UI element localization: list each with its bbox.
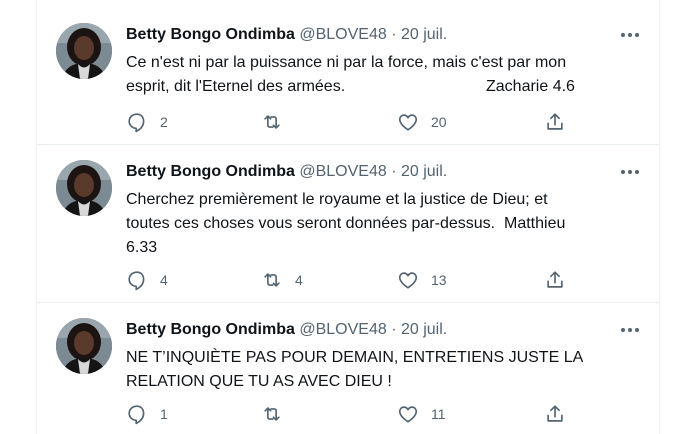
retweet-arrows-icon [264,407,280,421]
three-dots-icon [621,33,639,37]
profile-photo [56,318,112,374]
tweet-text: Ce n'est ni par la puissance ni par la f… [126,51,636,99]
speech-bubble-icon [128,405,145,425]
like-button[interactable]: 20 [397,111,447,133]
profile-photo [56,160,112,216]
retweet-button[interactable] [261,111,295,133]
reply-count: 4 [160,272,168,288]
author-handle[interactable]: @BLOVE48 [299,26,386,43]
reply-button[interactable]: 2 [126,111,168,133]
more-options-button[interactable] [619,164,641,180]
like-count: 11 [431,406,446,422]
heart-outline-icon [398,406,418,423]
reply-count: 2 [160,114,168,130]
tweet-date[interactable]: 20 juil. [401,163,447,180]
avatar[interactable] [56,23,112,79]
separator-dot: · [391,26,397,43]
tweet-actions: 2 20 [126,111,596,133]
tweet-text-line: RELATION QUE TU AS AVEC DIEU ! [126,373,392,390]
tweet-header: Betty Bongo Ondimba @BLOVE48 · 20 juil. [126,320,447,340]
retweet-button[interactable]: 4 [261,269,303,291]
heart-outline-icon [398,114,418,131]
profile-photo [56,23,112,79]
author-name[interactable]: Betty Bongo Ondimba [126,163,295,180]
author-name[interactable]: Betty Bongo Ondimba [126,321,295,338]
author-name[interactable]: Betty Bongo Ondimba [126,26,295,43]
three-dots-icon [621,170,639,174]
like-count: 13 [431,272,447,288]
tweet-actions: 4 4 13 [126,269,596,291]
retweet-arrows-icon [264,273,280,287]
share-upload-icon [547,113,563,130]
tweet-text: NE T’INQUIÈTE PAS POUR DEMAIN, ENTRETIEN… [126,346,636,394]
share-button[interactable] [544,269,566,291]
tweet[interactable]: Betty Bongo Ondimba @BLOVE48 · 20 juil. … [37,145,659,301]
share-button[interactable] [544,111,566,133]
retweet-count: 4 [295,272,303,288]
more-options-button[interactable] [619,27,641,43]
author-handle[interactable]: @BLOVE48 [299,163,386,180]
speech-bubble-icon [128,113,145,133]
avatar[interactable] [56,160,112,216]
like-button[interactable]: 13 [397,269,447,291]
like-count: 20 [431,114,447,130]
timeline: Betty Bongo Ondimba @BLOVE48 · 20 juil. … [36,0,660,434]
reply-count: 1 [160,406,168,422]
tweet[interactable]: Betty Bongo Ondimba @BLOVE48 · 20 juil. … [37,303,659,434]
heart-outline-icon [398,272,418,289]
tweet-text-line: toutes ces choses vous seront données pa… [126,215,566,232]
tweet-actions: 1 11 [126,403,596,425]
tweet-date[interactable]: 20 juil. [401,26,447,43]
tweet-text: Cherchez premièrement le royaume et la j… [126,188,636,260]
retweet-arrows-icon [264,115,280,129]
tweet-text-line: esprit, dit l'Eternel des armées. [126,78,346,95]
reply-button[interactable]: 1 [126,403,168,425]
retweet-button[interactable] [261,403,295,425]
tweet[interactable]: Betty Bongo Ondimba @BLOVE48 · 20 juil. … [37,8,659,143]
tweet-header: Betty Bongo Ondimba @BLOVE48 · 20 juil. [126,162,447,182]
speech-bubble-icon [128,271,145,291]
tweet-text-line: 6.33 [126,239,158,256]
three-dots-icon [621,328,639,332]
tweet-date[interactable]: 20 juil. [401,321,447,338]
tweet-text-line: Cherchez premièrement le royaume et la j… [126,191,548,208]
separator-dot: · [391,163,397,180]
share-upload-icon [547,405,563,422]
more-options-button[interactable] [619,322,641,338]
bible-reference: Zacharie 4.6 [486,78,575,95]
tweet-header: Betty Bongo Ondimba @BLOVE48 · 20 juil. [126,25,447,45]
tweet-text-line: NE T’INQUIÈTE PAS POUR DEMAIN, ENTRETIEN… [126,349,584,366]
share-button[interactable] [544,403,566,425]
author-handle[interactable]: @BLOVE48 [299,321,386,338]
avatar[interactable] [56,318,112,374]
share-upload-icon [547,271,563,288]
like-button[interactable]: 11 [397,403,446,425]
separator-dot: · [391,321,397,338]
reply-button[interactable]: 4 [126,269,168,291]
tweet-text-line: Ce n'est ni par la puissance ni par la f… [126,54,567,71]
